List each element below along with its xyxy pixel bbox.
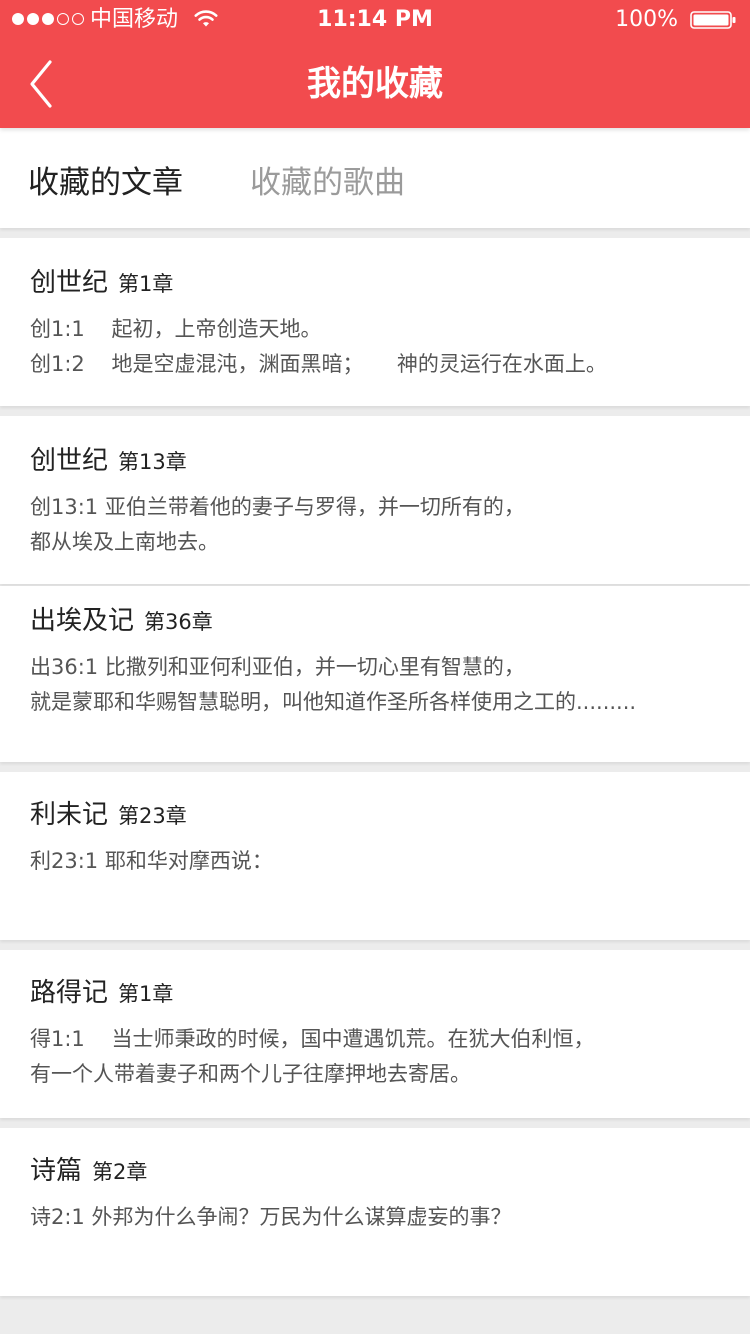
card-title: 诗篇 第2章 — [30, 1150, 147, 1187]
favorite-card[interactable]: 出埃及记 第36章 出36:1 比撒列和亚何利亚伯，并一切心里有智慧的， 就是蒙耶… — [0, 586, 750, 762]
verse-excerpt: 利23:1 耶和华对摩西说： — [30, 844, 730, 879]
card-title: 创世纪 第13章 — [30, 440, 187, 477]
favorite-card[interactable]: 路得记 第1章 得1:1 当士师秉政的时候，国中遭遇饥荒。在犹大伯利恒， 有一个人… — [0, 950, 750, 1118]
verse-excerpt: 得1:1 当士师秉政的时候，国中遭遇饥荒。在犹大伯利恒， 有一个人带着妻子和两个… — [30, 1022, 730, 1092]
book-name: 创世纪 — [30, 446, 109, 476]
verse-line: 都从埃及上南地去。 — [30, 530, 219, 554]
card-title: 创世纪 第1章 — [30, 262, 173, 299]
battery-percentage: 100% — [615, 7, 678, 32]
chapter-label: 第36章 — [144, 610, 213, 634]
status-bar: 中国移动 11:14 PM 100% — [0, 0, 750, 40]
verse-line: 创13:1 亚伯兰带着他的妻子与罗得，并一切所有的， — [30, 495, 525, 519]
tab-bar: 收藏的文章 收藏的歌曲 — [0, 128, 750, 228]
tab-saved-songs[interactable]: 收藏的歌曲 — [250, 128, 405, 238]
card-title: 路得记 第1章 — [30, 972, 173, 1009]
verse-excerpt: 创13:1 亚伯兰带着他的妻子与罗得，并一切所有的， 都从埃及上南地去。 — [30, 490, 730, 560]
chapter-label: 第2章 — [92, 1160, 148, 1184]
verse-line: 创1:1 起初，上帝创造天地。 — [30, 317, 322, 341]
book-name: 诗篇 — [30, 1156, 83, 1186]
verse-excerpt: 诗2:1 外邦为什么争闹？万民为什么谋算虚妄的事？ — [30, 1200, 730, 1235]
verse-excerpt: 出36:1 比撒列和亚何利亚伯，并一切心里有智慧的， 就是蒙耶和华赐智慧聪明，叫… — [30, 650, 730, 720]
favorite-card[interactable]: 创世纪 第13章 创13:1 亚伯兰带着他的妻子与罗得，并一切所有的， 都从埃及上… — [0, 416, 750, 584]
book-name: 路得记 — [30, 978, 109, 1008]
header: 中国移动 11:14 PM 100% 我的收藏 — [0, 0, 750, 128]
verse-line: 有一个人带着妻子和两个儿子往摩押地去寄居。 — [30, 1062, 471, 1086]
back-button[interactable] — [18, 54, 68, 114]
page-title: 我的收藏 — [307, 64, 443, 104]
verse-excerpt: 创1:1 起初，上帝创造天地。 创1:2 地是空虚混沌，渊面黑暗； 神的灵运行在… — [30, 312, 730, 382]
battery-icon — [690, 11, 736, 29]
book-name: 创世纪 — [30, 268, 109, 298]
verse-line: 出36:1 比撒列和亚何利亚伯，并一切心里有智慧的， — [30, 655, 525, 679]
chevron-left-icon — [30, 60, 52, 108]
nav-bar: 我的收藏 — [0, 40, 750, 128]
tab-saved-articles[interactable]: 收藏的文章 — [28, 128, 183, 238]
book-name: 出埃及记 — [30, 606, 135, 636]
verse-line: 得1:1 当士师秉政的时候，国中遭遇饥荒。在犹大伯利恒， — [30, 1027, 595, 1051]
card-title: 出埃及记 第36章 — [30, 600, 213, 637]
card-title: 利未记 第23章 — [30, 794, 187, 831]
favorite-card[interactable]: 创世纪 第1章 创1:1 起初，上帝创造天地。 创1:2 地是空虚混沌，渊面黑暗；… — [0, 238, 750, 406]
verse-line: 创1:2 地是空虚混沌，渊面黑暗； 神的灵运行在水面上。 — [30, 352, 607, 376]
chapter-label: 第1章 — [118, 982, 174, 1006]
verse-line: 诗2:1 外邦为什么争闹？万民为什么谋算虚妄的事？ — [30, 1205, 512, 1229]
book-name: 利未记 — [30, 800, 109, 830]
chapter-label: 第13章 — [118, 450, 187, 474]
chapter-label: 第23章 — [118, 804, 187, 828]
favorite-card[interactable]: 利未记 第23章 利23:1 耶和华对摩西说： — [0, 772, 750, 940]
verse-line: 就是蒙耶和华赐智慧聪明，叫他知道作圣所各样使用之工的......... — [30, 690, 637, 714]
chapter-label: 第1章 — [118, 272, 174, 296]
favorite-card[interactable]: 诗篇 第2章 诗2:1 外邦为什么争闹？万民为什么谋算虚妄的事？ — [0, 1128, 750, 1296]
verse-line: 利23:1 耶和华对摩西说： — [30, 849, 273, 873]
